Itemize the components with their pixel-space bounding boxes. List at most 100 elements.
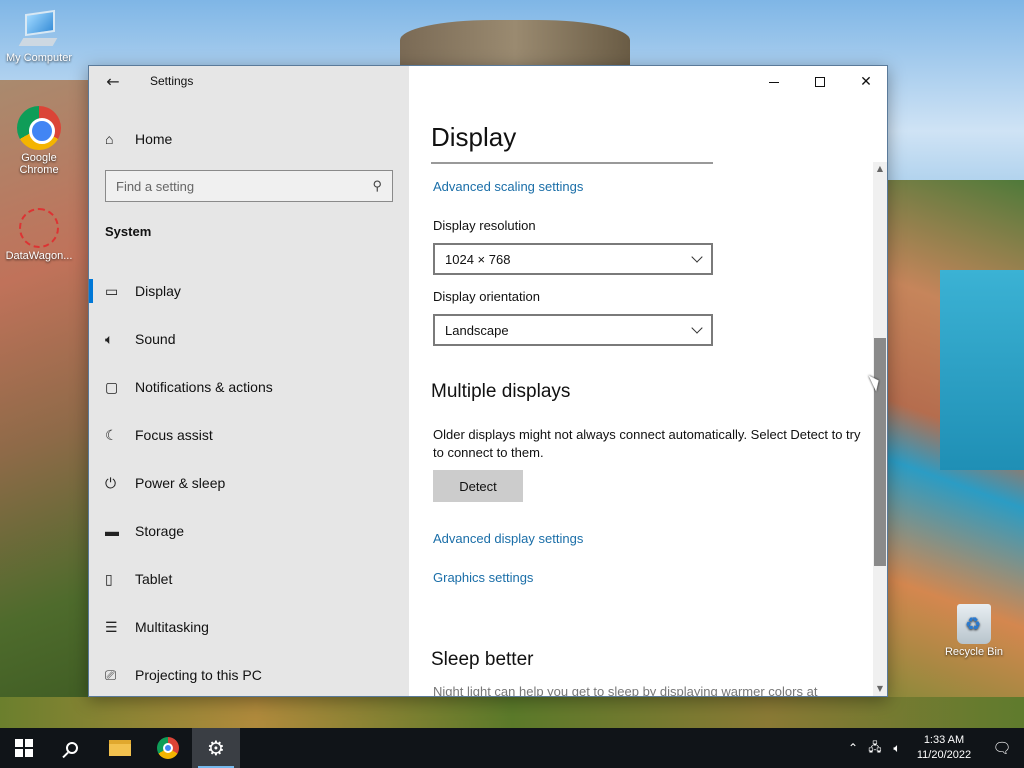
scroll-up-icon[interactable]: ▲: [873, 162, 887, 176]
sidebar-item-label: Display: [135, 283, 181, 299]
detect-button[interactable]: Detect: [433, 470, 523, 502]
sidebar-nav: ▭ Display 🔈︎ Sound ▢ Notifications & act…: [89, 267, 409, 696]
home-icon: ⌂: [105, 131, 114, 147]
section-label: System: [105, 224, 152, 239]
sidebar-item-notifications[interactable]: ▢ Notifications & actions: [89, 363, 409, 411]
desktop-icon-label: Recycle Bin: [944, 646, 1004, 658]
taskbar-settings[interactable]: ⚙: [192, 728, 240, 768]
graphics-settings-link[interactable]: Graphics settings: [433, 570, 533, 585]
orientation-dropdown[interactable]: Landscape: [433, 314, 713, 346]
datawagon-icon: [19, 208, 59, 248]
projector-icon: ⎚: [105, 666, 117, 683]
multiple-displays-text: Older displays might not always connect …: [433, 427, 861, 460]
sidebar-item-projecting[interactable]: ⎚ Projecting to this PC: [89, 651, 409, 696]
minimize-button[interactable]: [751, 66, 797, 98]
scroll-down-icon[interactable]: ▼: [873, 682, 887, 696]
sidebar: ⌂ Home Find a setting ⚲ System ▭ Display…: [89, 66, 409, 696]
chrome-icon: [17, 106, 61, 150]
wallpaper-rock: [400, 20, 630, 70]
maximize-button[interactable]: [797, 66, 843, 98]
chevron-down-icon: [691, 322, 703, 334]
taskbar: ⚙ ⌃ 🖧︎ 🔈︎ 1:33 AM 11/20/2022 🗨︎: [0, 728, 1024, 768]
recycle-bin-icon: [957, 604, 991, 644]
chevron-down-icon: [691, 251, 703, 263]
start-button[interactable]: [0, 728, 48, 768]
desktop-icon-google-chrome[interactable]: Google Chrome: [1, 106, 77, 176]
system-tray: ⌃ 🖧︎ 🔈︎ 1:33 AM 11/20/2022 🗨︎: [842, 728, 1024, 768]
tablet-icon: ▯: [105, 570, 113, 587]
volume-icon[interactable]: 🔈︎: [886, 741, 908, 756]
sleep-better-heading: Sleep better: [431, 649, 534, 670]
desktop-icon-label: DataWagon...: [5, 250, 73, 262]
content-scrollbar[interactable]: ▲ ▼: [873, 162, 887, 696]
sidebar-item-label: Storage: [135, 523, 185, 539]
close-icon: ✕: [860, 74, 872, 90]
sidebar-item-label: Multitasking: [135, 619, 209, 635]
folder-icon: [109, 740, 131, 756]
desktop-icon-my-computer[interactable]: My Computer: [1, 9, 77, 64]
window-title: Settings: [150, 74, 194, 88]
clock[interactable]: 1:33 AM 11/20/2022: [908, 733, 980, 763]
nav-home[interactable]: ⌂ Home: [105, 126, 395, 152]
sidebar-item-label: Tablet: [135, 571, 173, 587]
speaker-icon: 🔈︎: [105, 330, 114, 347]
search-input[interactable]: Find a setting ⚲: [105, 170, 393, 202]
desktop-icon-label: My Computer: [5, 52, 73, 64]
gear-icon: ⚙: [207, 736, 225, 760]
clock-date: 11/20/2022: [916, 749, 972, 761]
wallpaper-land: [0, 697, 1024, 728]
sidebar-item-display[interactable]: ▭ Display: [89, 267, 409, 315]
search-icon: ⚲: [372, 178, 382, 193]
clock-time: 1:33 AM: [923, 734, 965, 746]
notification-icon: ▢: [105, 378, 119, 395]
search-placeholder: Find a setting: [116, 178, 195, 194]
sidebar-item-tablet[interactable]: ▯ Tablet: [89, 555, 409, 603]
back-button[interactable]: ←: [99, 70, 127, 94]
desktop-icon-datawagon[interactable]: DataWagon...: [1, 208, 77, 262]
search-icon: [66, 742, 78, 754]
storage-icon: ▬: [105, 523, 119, 539]
minimize-icon: [769, 81, 779, 83]
nav-home-label: Home: [135, 131, 173, 147]
network-icon[interactable]: 🖧︎: [864, 738, 886, 759]
taskbar-search-button[interactable]: [48, 728, 96, 768]
content-pane: Display Advanced scaling settings Displa…: [409, 66, 887, 697]
resolution-label: Display resolution: [433, 218, 536, 233]
orientation-value: Landscape: [445, 322, 509, 338]
maximize-icon: [815, 77, 825, 87]
advanced-scaling-link[interactable]: Advanced scaling settings: [433, 179, 583, 194]
orientation-label: Display orientation: [433, 289, 540, 304]
taskbar-file-explorer[interactable]: [96, 728, 144, 768]
monitor-icon: ▭: [105, 282, 119, 299]
scrollbar-thumb[interactable]: [874, 338, 886, 566]
wallpaper-cliff-left: [0, 80, 95, 728]
close-button[interactable]: ✕: [843, 66, 887, 98]
title-bar: ← Settings ✕: [89, 66, 887, 98]
sidebar-item-storage[interactable]: ▬ Storage: [89, 507, 409, 555]
sidebar-item-power-sleep[interactable]: ⏻ Power & sleep: [89, 459, 409, 507]
back-arrow-icon: ←: [106, 72, 120, 91]
desktop-icon-recycle-bin[interactable]: Recycle Bin: [936, 604, 1012, 658]
notification-center-icon[interactable]: 🗨︎: [980, 739, 1024, 757]
sidebar-item-focus-assist[interactable]: ☾ Focus assist: [89, 411, 409, 459]
resolution-dropdown[interactable]: 1024 × 768: [433, 243, 713, 275]
multitasking-icon: ☰: [105, 618, 118, 635]
page-title: Display: [431, 122, 517, 152]
sidebar-item-label: Notifications & actions: [135, 379, 273, 395]
sidebar-item-label: Sound: [135, 331, 176, 347]
advanced-display-link[interactable]: Advanced display settings: [433, 531, 583, 546]
chevron-up-icon[interactable]: ⌃: [842, 741, 864, 755]
multiple-displays-heading: Multiple displays: [431, 381, 571, 402]
sidebar-item-sound[interactable]: 🔈︎ Sound: [89, 315, 409, 363]
windows-logo-icon: [15, 739, 33, 757]
sidebar-item-multitasking[interactable]: ☰ Multitasking: [89, 603, 409, 651]
computer-icon: [18, 9, 59, 50]
moon-icon: ☾: [105, 426, 118, 443]
taskbar-chrome[interactable]: [144, 728, 192, 768]
desktop-icon-label: Google Chrome: [19, 152, 59, 176]
title-divider: [431, 162, 713, 164]
sleep-better-text: Night light can help you get to sleep by…: [433, 684, 818, 697]
settings-window: ⌂ Home Find a setting ⚲ System ▭ Display…: [88, 65, 888, 697]
chrome-icon: [157, 737, 179, 759]
sidebar-item-label: Power & sleep: [135, 475, 226, 491]
